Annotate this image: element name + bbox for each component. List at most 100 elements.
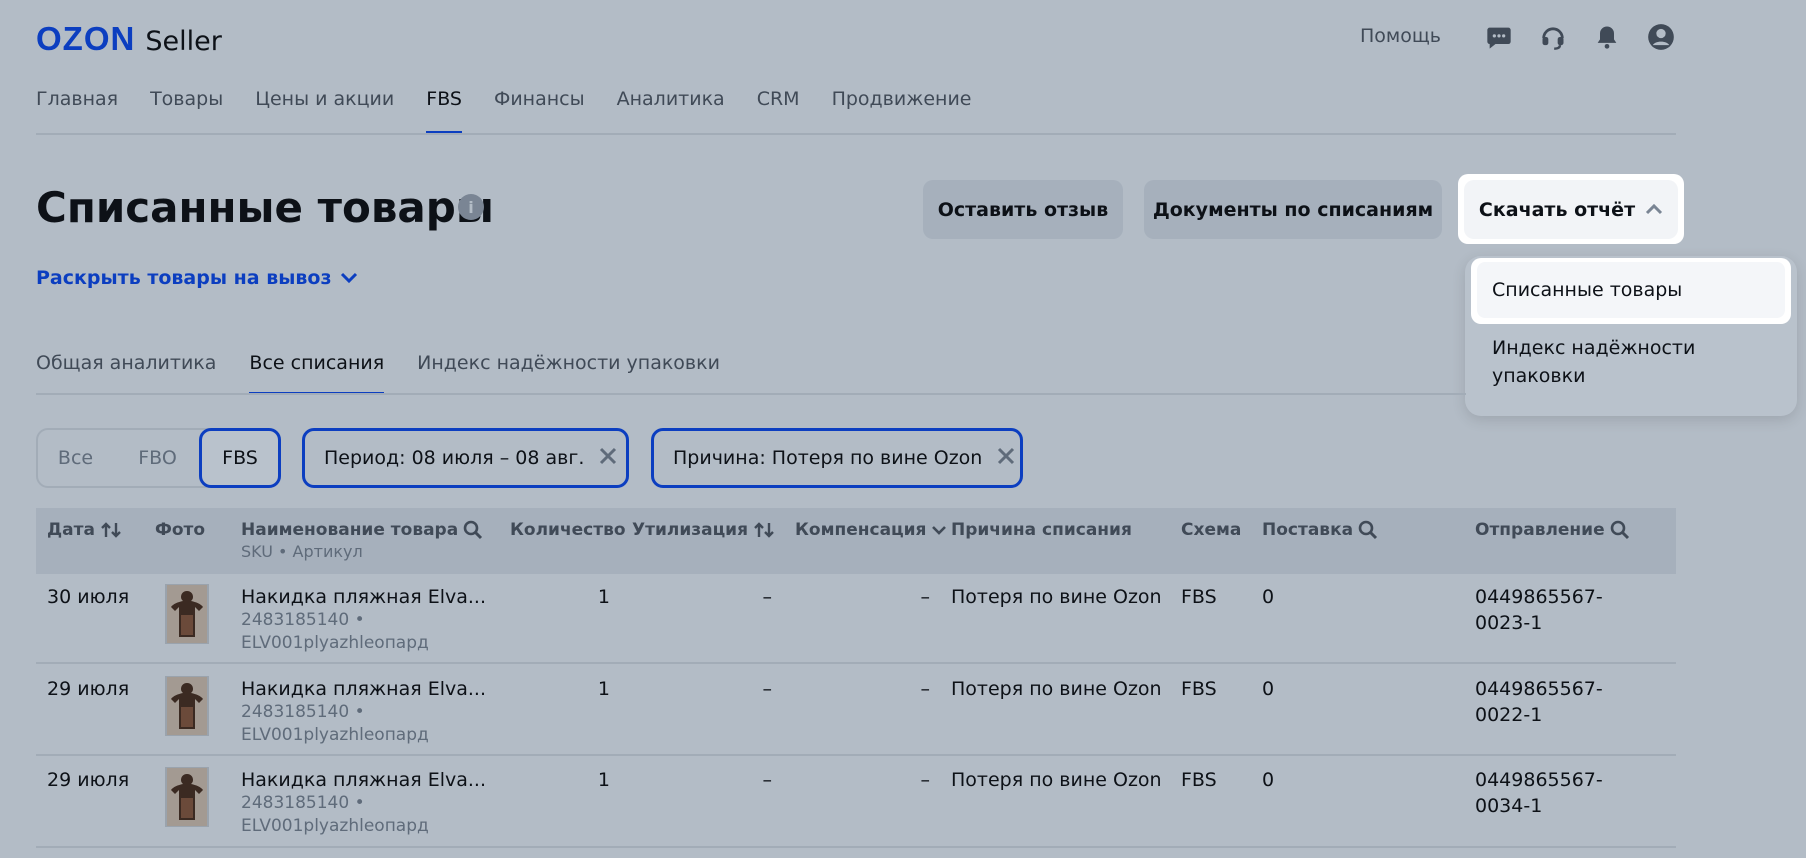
cell-quantity: 1 [597, 678, 610, 700]
segment-fbs[interactable]: FBS [199, 428, 281, 488]
search-icon[interactable] [1610, 520, 1630, 540]
column-shipment-label: Отправление [1475, 520, 1605, 540]
cell-shipment-line1[interactable]: 0449865567- [1475, 586, 1603, 608]
reason-filter-label: Причина: Потеря по вине Ozon [673, 447, 983, 469]
tab-general-analytics[interactable]: Общая аналитика [36, 352, 216, 395]
nav-item-main[interactable]: Главная [36, 88, 118, 134]
close-icon[interactable] [598, 445, 618, 471]
column-name-sub: SKU • Артикул [241, 542, 363, 561]
cell-article: ELV001plyazhleопард [241, 816, 429, 836]
main-nav: Главная Товары Цены и акции FBS Финансы … [36, 88, 1004, 134]
dropdown-item-packaging-index[interactable]: Индекс надёжности упаковки [1492, 334, 1772, 390]
column-name[interactable]: Наименование товара [241, 520, 483, 540]
chevron-up-icon [1645, 199, 1663, 220]
row-divider [36, 754, 1676, 756]
column-supply-label: Поставка [1262, 520, 1354, 540]
subtabs: Общая аналитика Все списания Индекс надё… [36, 352, 753, 395]
cell-utilization: – [762, 678, 773, 700]
cell-product-name[interactable]: Накидка пляжная Elva... [241, 678, 486, 700]
dropdown-item-written-off[interactable]: Списанные товары [1477, 262, 1785, 318]
search-icon[interactable] [463, 520, 483, 540]
chevron-down-icon [932, 526, 947, 535]
nav-item-crm[interactable]: CRM [757, 88, 800, 134]
cell-quantity: 1 [597, 586, 610, 608]
column-compensation-label: Компенсация [795, 520, 927, 540]
cell-scheme: FBS [1181, 586, 1217, 608]
nav-item-finance[interactable]: Финансы [494, 88, 585, 134]
cell-sku: 2483185140 • [241, 793, 365, 813]
cell-date: 30 июля [47, 586, 130, 608]
tab-all-writeoffs[interactable]: Все списания [249, 352, 384, 395]
cell-reason: Потеря по вине Ozon [951, 769, 1162, 791]
subtabs-divider [36, 393, 1466, 395]
column-supply[interactable]: Поставка [1262, 520, 1378, 540]
nav-item-fbs[interactable]: FBS [426, 88, 462, 134]
chevron-down-icon [340, 267, 358, 289]
cell-utilization: – [762, 586, 773, 608]
nav-item-products[interactable]: Товары [150, 88, 223, 134]
product-photo[interactable] [165, 676, 209, 736]
leave-review-button[interactable]: Оставить отзыв [923, 180, 1123, 239]
cell-date: 29 июля [47, 678, 130, 700]
product-photo[interactable] [165, 584, 209, 644]
column-scheme: Схема [1181, 520, 1242, 540]
product-photo[interactable] [165, 767, 209, 827]
period-filter-label: Период: 08 июля – 08 авг. [324, 447, 585, 469]
cell-article: ELV001plyazhleопард [241, 633, 429, 653]
reason-filter-chip[interactable]: Причина: Потеря по вине Ozon [651, 428, 1023, 488]
ozon-seller-logo[interactable]: OZON Seller [36, 20, 222, 58]
segment-all[interactable]: Все [48, 428, 103, 488]
cell-shipment-line1[interactable]: 0449865567- [1475, 769, 1603, 791]
row-divider [36, 662, 1676, 664]
period-filter-chip[interactable]: Период: 08 июля – 08 авг. [302, 428, 629, 488]
column-quantity: Количество [510, 520, 626, 540]
cell-date: 29 июля [47, 769, 130, 791]
cell-compensation: – [920, 586, 931, 608]
sort-icon [754, 522, 774, 538]
chat-icon[interactable] [1484, 22, 1514, 52]
nav-item-prices[interactable]: Цены и акции [255, 88, 394, 134]
table-header [36, 508, 1676, 574]
page-title: Списанные товары [36, 183, 494, 232]
logo-brand: OZON [36, 20, 136, 57]
headset-icon[interactable] [1538, 22, 1568, 52]
cell-scheme: FBS [1181, 769, 1217, 791]
sort-icon [101, 522, 121, 538]
help-link[interactable]: Помощь [1360, 25, 1441, 47]
cell-compensation: – [920, 769, 931, 791]
profile-icon[interactable] [1646, 22, 1676, 52]
segment-fbo[interactable]: FBO [125, 428, 190, 488]
cell-shipment-line2[interactable]: 0022-1 [1475, 704, 1542, 726]
column-utilization[interactable]: Утилизация [632, 520, 775, 540]
column-compensation[interactable]: Компенсация [795, 520, 947, 540]
column-shipment[interactable]: Отправление [1475, 520, 1630, 540]
cell-product-name[interactable]: Накидка пляжная Elva... [241, 769, 486, 791]
column-photo: Фото [155, 520, 206, 540]
writeoff-documents-button[interactable]: Документы по списаниям [1144, 180, 1442, 239]
cell-reason: Потеря по вине Ozon [951, 678, 1162, 700]
download-report-button[interactable]: Скачать отчёт [1464, 180, 1678, 239]
expand-withdrawal-link[interactable]: Раскрыть товары на вывоз [36, 267, 358, 289]
nav-divider [36, 133, 1676, 135]
cell-compensation: – [920, 678, 931, 700]
tab-packaging-index[interactable]: Индекс надёжности упаковки [417, 352, 720, 395]
cell-article: ELV001plyazhleопард [241, 725, 429, 745]
info-icon[interactable]: i [458, 194, 484, 220]
cell-scheme: FBS [1181, 678, 1217, 700]
column-date[interactable]: Дата [47, 520, 122, 540]
cell-product-name[interactable]: Накидка пляжная Elva... [241, 586, 486, 608]
close-icon[interactable] [996, 445, 1016, 471]
cell-shipment-line2[interactable]: 0023-1 [1475, 612, 1542, 634]
nav-item-analytics[interactable]: Аналитика [617, 88, 725, 134]
download-report-label: Скачать отчёт [1478, 198, 1636, 221]
logo-product: Seller [145, 26, 222, 57]
cell-shipment-line1[interactable]: 0449865567- [1475, 678, 1603, 700]
cell-reason: Потеря по вине Ozon [951, 586, 1162, 608]
cell-supply: 0 [1262, 586, 1275, 608]
column-name-label: Наименование товара [241, 520, 459, 540]
nav-item-promotion[interactable]: Продвижение [832, 88, 972, 134]
cell-sku: 2483185140 • [241, 610, 365, 630]
bell-icon[interactable] [1592, 22, 1622, 52]
search-icon[interactable] [1358, 520, 1378, 540]
cell-shipment-line2[interactable]: 0034-1 [1475, 795, 1542, 817]
